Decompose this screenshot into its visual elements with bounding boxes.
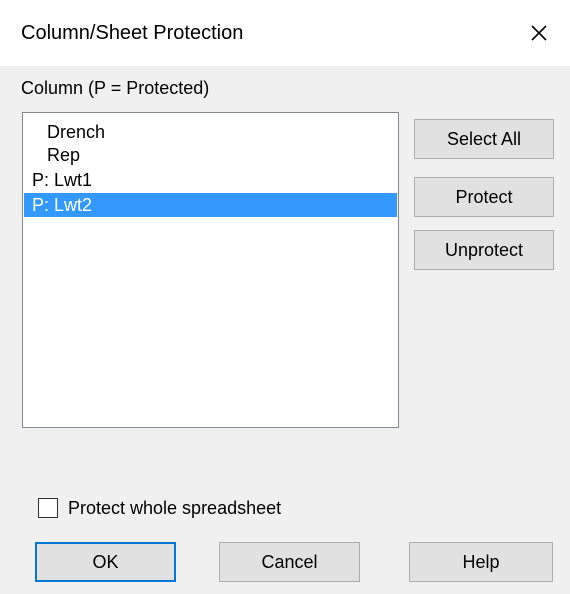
list-item-lwt2[interactable]: P: Lwt2 (24, 193, 397, 217)
column-listbox[interactable]: Drench Rep P: Lwt1 P: Lwt2 (22, 112, 399, 428)
title-bar: Column/Sheet Protection (0, 0, 570, 66)
close-icon (531, 25, 547, 41)
close-button[interactable] (522, 16, 556, 50)
column-list-label: Column (P = Protected) (21, 78, 210, 98)
protect-button[interactable]: Protect (414, 177, 554, 217)
list-item-lwt1[interactable]: P: Lwt1 (24, 168, 397, 192)
protect-whole-spreadsheet-checkbox[interactable] (38, 498, 58, 518)
column-sheet-protection-dialog: Column/Sheet Protection Column (P = Prot… (0, 0, 570, 594)
protect-whole-spreadsheet-label[interactable]: Protect whole spreadsheet (68, 498, 281, 519)
help-button[interactable]: Help (409, 542, 553, 582)
unprotect-button[interactable]: Unprotect (414, 230, 554, 270)
select-all-button[interactable]: Select All (414, 119, 554, 159)
cancel-button[interactable]: Cancel (219, 542, 360, 582)
dialog-title: Column/Sheet Protection (21, 22, 244, 44)
protect-whole-spreadsheet-option[interactable]: Protect whole spreadsheet (38, 496, 281, 520)
ok-button[interactable]: OK (35, 542, 176, 582)
list-item-rep[interactable]: Rep (24, 143, 397, 167)
list-item-drench[interactable]: Drench (24, 120, 397, 144)
